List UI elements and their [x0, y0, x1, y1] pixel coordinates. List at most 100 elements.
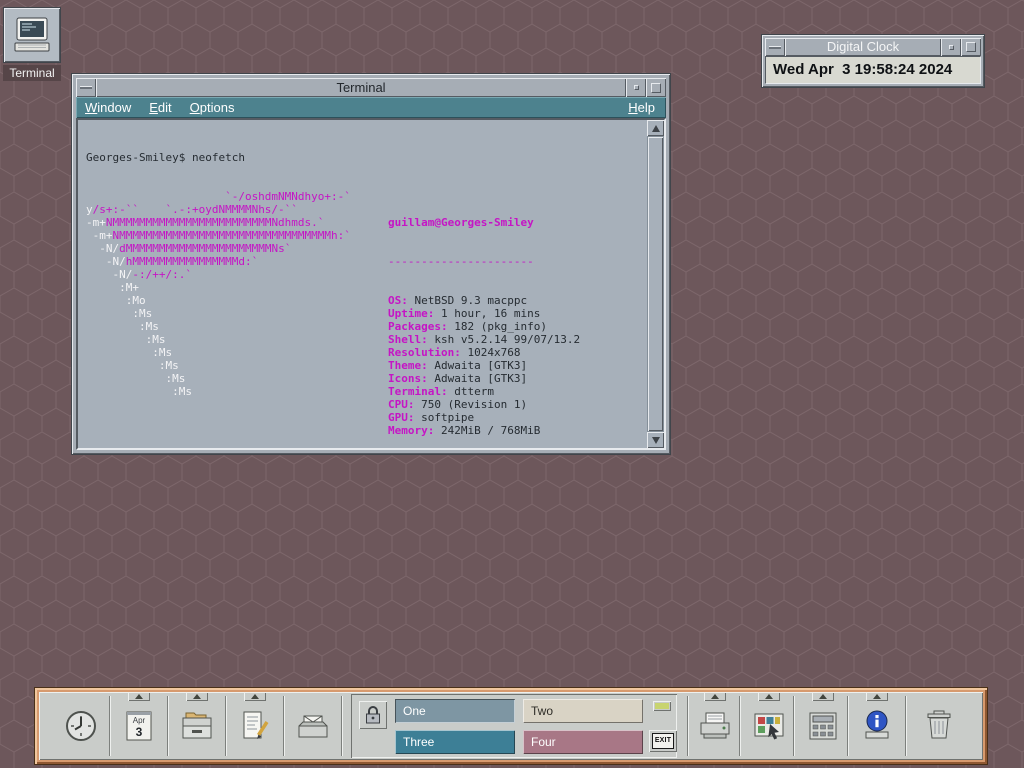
minimize-button[interactable]	[941, 38, 961, 56]
neofetch-art: `-/oshdmNMNdhyo+:-` y/s+:-`` `.-:+oydNMMM…	[86, 190, 351, 398]
svg-text:3: 3	[136, 725, 143, 739]
busy-light	[653, 701, 671, 711]
neofetch-field: Packages: 182 (pkg_info)	[388, 320, 547, 333]
printer-launcher[interactable]	[691, 700, 739, 752]
terminal-scrollbar[interactable]	[647, 120, 664, 448]
workspace-grid: One Two Three Four	[395, 699, 643, 754]
desktop: Terminal Digital Clock Wed Apr 3 19:58:2…	[0, 0, 1024, 768]
text-editor-launcher[interactable]	[231, 700, 279, 752]
arrow-up-icon	[651, 124, 660, 132]
window-menu-icon	[769, 45, 781, 49]
window-menu-button[interactable]	[765, 38, 785, 56]
maximize-icon	[966, 42, 976, 52]
neofetch-output: `-/oshdmNMNdhyo+:-` y/s+:-`` `.-:+oydNMMM…	[86, 190, 647, 437]
workspace-button-three[interactable]: Three	[395, 730, 515, 754]
minimize-button[interactable]	[626, 78, 646, 97]
exit-button[interactable]: EXIT	[649, 730, 677, 752]
maximize-button[interactable]	[961, 38, 981, 56]
window-menu-button[interactable]	[76, 78, 96, 97]
maximize-icon	[651, 82, 661, 93]
terminal-content-area[interactable]: Georges-Smiley$ neofetch `-/oshdmNMNdhyo…	[78, 120, 647, 448]
front-panel-inner: Apr 3 One Two Three Four EXIT	[39, 692, 983, 760]
scrollbar-up-button[interactable]	[647, 120, 664, 136]
calendar-icon: Apr 3	[126, 711, 152, 741]
file-manager-icon	[182, 712, 212, 739]
neofetch-field: Resolution: 1024x768	[388, 346, 521, 359]
terminal-history-line: Georges-Smiley$ neofetch	[86, 151, 245, 164]
menubar-left: Window Edit Options	[76, 100, 243, 115]
neofetch-field: Terminal: dtterm	[388, 385, 494, 398]
scrollbar-trough[interactable]	[647, 136, 664, 432]
svg-text:Apr: Apr	[133, 716, 146, 725]
mail-icon	[298, 715, 328, 738]
calendar-launcher[interactable]: Apr 3	[115, 700, 163, 752]
neofetch-field: Icons: Adwaita [GTK3]	[388, 372, 528, 385]
panel-separator	[905, 696, 907, 756]
panel-separator	[847, 696, 849, 756]
terminal-window: Terminal Window Edit Options Help Georges-…	[72, 74, 670, 454]
terminal-icon-label: Terminal	[3, 65, 61, 81]
trash-icon	[927, 710, 951, 739]
maximize-button[interactable]	[646, 78, 666, 97]
neofetch-underline: ----------------------	[388, 255, 534, 268]
neofetch-field: Theme: Adwaita [GTK3]	[388, 359, 528, 372]
style-manager-launcher[interactable]	[745, 700, 793, 752]
neofetch-field: OS: NetBSD 9.3 macppc	[388, 294, 528, 307]
help-icon	[865, 710, 889, 739]
workspace-button-one[interactable]: One	[395, 699, 515, 723]
terminal-window-title: Terminal	[96, 78, 626, 97]
clock-window-title: Digital Clock	[785, 38, 941, 56]
computer-icon	[14, 17, 50, 52]
applications-icon	[809, 712, 837, 740]
style-manager-icon	[754, 713, 784, 740]
neofetch-title: guillam@Georges-Smiley	[388, 216, 534, 229]
file-manager-launcher[interactable]	[173, 700, 221, 752]
digital-clock-window: Digital Clock Wed Apr 3 19:58:24 2024	[762, 35, 984, 87]
scrollbar-down-button[interactable]	[647, 432, 664, 448]
exit-button-label: EXIT	[652, 733, 674, 749]
neofetch-field: Memory: 242MiB / 768MiB	[388, 424, 541, 437]
neofetch-info: guillam@Georges-Smiley -----------------…	[388, 190, 580, 448]
trash-launcher[interactable]	[915, 700, 963, 752]
text-editor-icon	[243, 711, 269, 739]
neofetch-field: GPU: softpipe	[388, 411, 475, 424]
clock-launcher[interactable]	[57, 700, 105, 752]
clock-icon	[66, 711, 96, 741]
help-launcher[interactable]	[853, 700, 901, 752]
workspace-switch: One Two Three Four EXIT	[351, 694, 677, 758]
terminal-menubar: Window Edit Options Help	[76, 97, 666, 118]
terminal-icon-plate	[4, 8, 60, 62]
menu-help[interactable]: Help	[619, 100, 664, 115]
terminal-minimized-icon[interactable]: Terminal	[3, 8, 61, 82]
menu-edit[interactable]: Edit	[140, 100, 180, 115]
panel-separator	[167, 696, 169, 756]
minimize-icon	[633, 85, 639, 90]
panel-separator	[793, 696, 795, 756]
menu-options[interactable]: Options	[181, 100, 244, 115]
scrollbar-thumb[interactable]	[648, 137, 663, 431]
terminal-titlebar[interactable]: Terminal	[76, 78, 666, 97]
panel-separator	[283, 696, 285, 756]
panel-separator	[687, 696, 689, 756]
panel-separator	[739, 696, 741, 756]
neofetch-field: Uptime: 1 hour, 16 mins	[388, 307, 541, 320]
applications-launcher[interactable]	[799, 700, 847, 752]
mail-launcher[interactable]	[289, 700, 337, 752]
menu-window[interactable]: Window	[76, 100, 140, 115]
panel-separator	[109, 696, 111, 756]
minimize-icon	[948, 44, 954, 50]
workspace-button-two[interactable]: Two	[523, 699, 643, 723]
arrow-down-icon	[651, 436, 660, 444]
neofetch-field: Shell: ksh v5.2.14 99/07/13.2	[388, 333, 581, 346]
clock-display: Wed Apr 3 19:58:24 2024	[765, 56, 981, 84]
front-panel: Apr 3 One Two Three Four EXIT	[35, 688, 987, 764]
neofetch-field: CPU: 750 (Revision 1)	[388, 398, 528, 411]
window-menu-icon	[80, 86, 92, 89]
lock-button[interactable]	[359, 701, 387, 729]
clock-titlebar[interactable]: Digital Clock	[765, 38, 981, 56]
lock-icon	[366, 706, 380, 724]
printer-icon	[700, 712, 730, 739]
panel-separator	[341, 696, 343, 756]
workspace-button-four[interactable]: Four	[523, 730, 643, 754]
panel-separator	[225, 696, 227, 756]
